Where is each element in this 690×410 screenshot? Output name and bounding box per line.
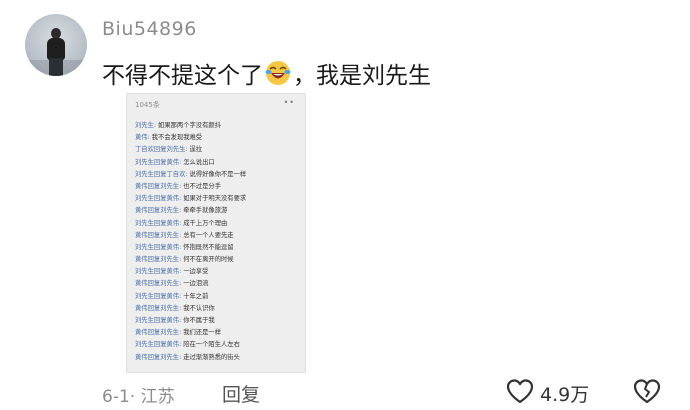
line-speaker: 黄伟回复刘先生: <box>135 280 182 288</box>
screenshot-line: 黄伟回复刘先生: 也不过是分手 <box>135 181 301 193</box>
line-speaker: 刘先生回复黄伟: <box>135 243 182 251</box>
username[interactable]: Biu54896 <box>102 18 197 40</box>
line-text: 一边泪流 <box>181 280 209 288</box>
line-text: 成千上万个理由 <box>181 219 228 227</box>
line-text: 陪在一个陌生人左右 <box>181 341 240 349</box>
screenshot-line: 刘先生回复丁自欢: 说得好像你不是一样 <box>135 169 301 181</box>
screenshot-line: 黄伟回复刘先生: 我不认识你 <box>135 303 301 315</box>
line-speaker: 刘先生回复黄伟: <box>135 219 182 227</box>
broken-heart-icon[interactable] <box>633 378 661 404</box>
line-speaker: 刘先生: <box>135 122 157 129</box>
screenshot-line: 刘先生回复黄伟: 怎么说出口 <box>135 157 301 169</box>
line-text: 怎么说出口 <box>181 158 215 166</box>
line-speaker: 黄伟回复刘先生: <box>135 353 182 361</box>
comment-meta: 6-1· 江苏 <box>102 387 175 407</box>
comment-text: 不得不提这个了 ，我是刘先生 <box>102 56 431 90</box>
screenshot-line: 刘先生回复黄伟: 如果对于明天没有要求 <box>135 193 301 205</box>
screenshot-line: 黄伟回复刘先生: 走过渐渐熟悉的街头 <box>135 352 301 364</box>
more-icon: •• <box>283 98 295 107</box>
line-text: 一边享受 <box>181 268 209 276</box>
like-count: 4.9万 <box>540 384 590 406</box>
line-speaker: 刘先生回复黄伟: <box>135 292 182 300</box>
line-speaker: 黄伟回复刘先生: <box>135 231 182 239</box>
line-text: 说得好像你不是一样 <box>187 170 247 178</box>
line-text: 牵牵手就像旅游 <box>181 207 228 215</box>
line-speaker: 刘先生回复黄伟: <box>135 195 182 203</box>
user-avatar[interactable] <box>25 14 87 76</box>
line-speaker: 刘先生回复丁自欢: <box>135 170 188 178</box>
screenshot-lines: 刘先生: 如果那两个字没有颜抖 黄伟: 我不会发现我难受 丁自欢回复刘先生: 逞拉刘… <box>135 120 301 364</box>
screenshot-line: 丁自欢回复刘先生: 逞拉 <box>135 144 301 156</box>
reply-button[interactable]: 回复 <box>222 380 260 407</box>
screenshot-header: 1045条 <box>135 101 160 109</box>
heart-outline-icon[interactable] <box>506 378 534 404</box>
line-text: 总有一个人要先走 <box>181 231 234 239</box>
screenshot-line: 黄伟回复刘先生: 牵牵手就像旅游 <box>135 205 301 217</box>
screenshot-line: 刘先生回复黄伟: 十年之前 <box>135 291 301 303</box>
line-speaker: 黄伟回复刘先生: <box>135 304 182 312</box>
line-speaker: 黄伟回复刘先生: <box>135 207 182 215</box>
screenshot-line: 刘先生回复黄伟: 一边享受 <box>135 266 301 278</box>
line-speaker: 黄伟回复刘先生: <box>135 256 182 264</box>
screenshot-line: 刘先生回复黄伟: 陪在一个陌生人左右 <box>135 339 301 351</box>
line-speaker: 刘先生回复黄伟: <box>135 317 182 324</box>
line-text: 我不认识你 <box>181 304 215 312</box>
attached-screenshot[interactable]: 1045条 •• 刘先生: 如果那两个字没有颜抖 黄伟: 我不会发现我难受 丁自欢回… <box>126 93 306 373</box>
line-text: 也不过是分手 <box>181 182 221 190</box>
line-text: 十年之前 <box>181 292 209 300</box>
screenshot-line: 黄伟回复刘先生: 总有一个人要先走 <box>135 230 301 242</box>
line-speaker: 黄伟: <box>135 134 150 142</box>
line-speaker: 黄伟回复刘先生: <box>135 329 182 337</box>
screenshot-line: 刘先生: 如果那两个字没有颜抖 <box>135 120 301 132</box>
line-text: 怀抱既然不能逗留 <box>181 243 234 251</box>
line-text: 如果那两个字没有颜抖 <box>156 122 221 129</box>
line-text: 如果对于明天没有要求 <box>181 195 247 203</box>
avatar-figure-legs <box>49 58 63 76</box>
screenshot-line: 刘先生回复黄伟: 怀抱既然不能逗留 <box>135 242 301 254</box>
line-text: 走过渐渐熟悉的街头 <box>181 353 240 361</box>
screenshot-line: 刘先生回复黄伟: 你不属于我 <box>135 315 301 327</box>
screenshot-line: 黄伟回复刘先生: 何不在离开的时候 <box>135 254 301 266</box>
line-text: 逞拉 <box>187 146 203 154</box>
line-speaker: 刘先生回复黄伟: <box>135 158 182 166</box>
screenshot-line: 刘先生回复黄伟: 成千上万个理由 <box>135 218 301 230</box>
line-speaker: 刘先生回复黄伟: <box>135 268 182 276</box>
comment-text-before: 不得不提这个了 <box>102 63 263 89</box>
comment-text-after: ，我是刘先生 <box>293 63 431 89</box>
screenshot-line: 黄伟: 我不会发现我难受 <box>135 132 301 144</box>
line-speaker: 刘先生回复黄伟: <box>135 341 182 349</box>
line-text: 我不会发现我难受 <box>149 134 203 142</box>
line-speaker: 黄伟回复刘先生: <box>135 182 182 190</box>
screenshot-line: 黄伟回复刘先生: 我们还是一样 <box>135 327 301 339</box>
laughing-crying-face-icon <box>265 61 291 85</box>
line-speaker: 丁自欢回复刘先生: <box>135 146 188 154</box>
avatar-figure-body <box>47 38 65 60</box>
line-text: 我们还是一样 <box>181 329 221 337</box>
line-text: 何不在离开的时候 <box>181 256 234 264</box>
screenshot-line: 黄伟回复刘先生: 一边泪流 <box>135 278 301 290</box>
line-text: 你不属于我 <box>181 317 215 324</box>
